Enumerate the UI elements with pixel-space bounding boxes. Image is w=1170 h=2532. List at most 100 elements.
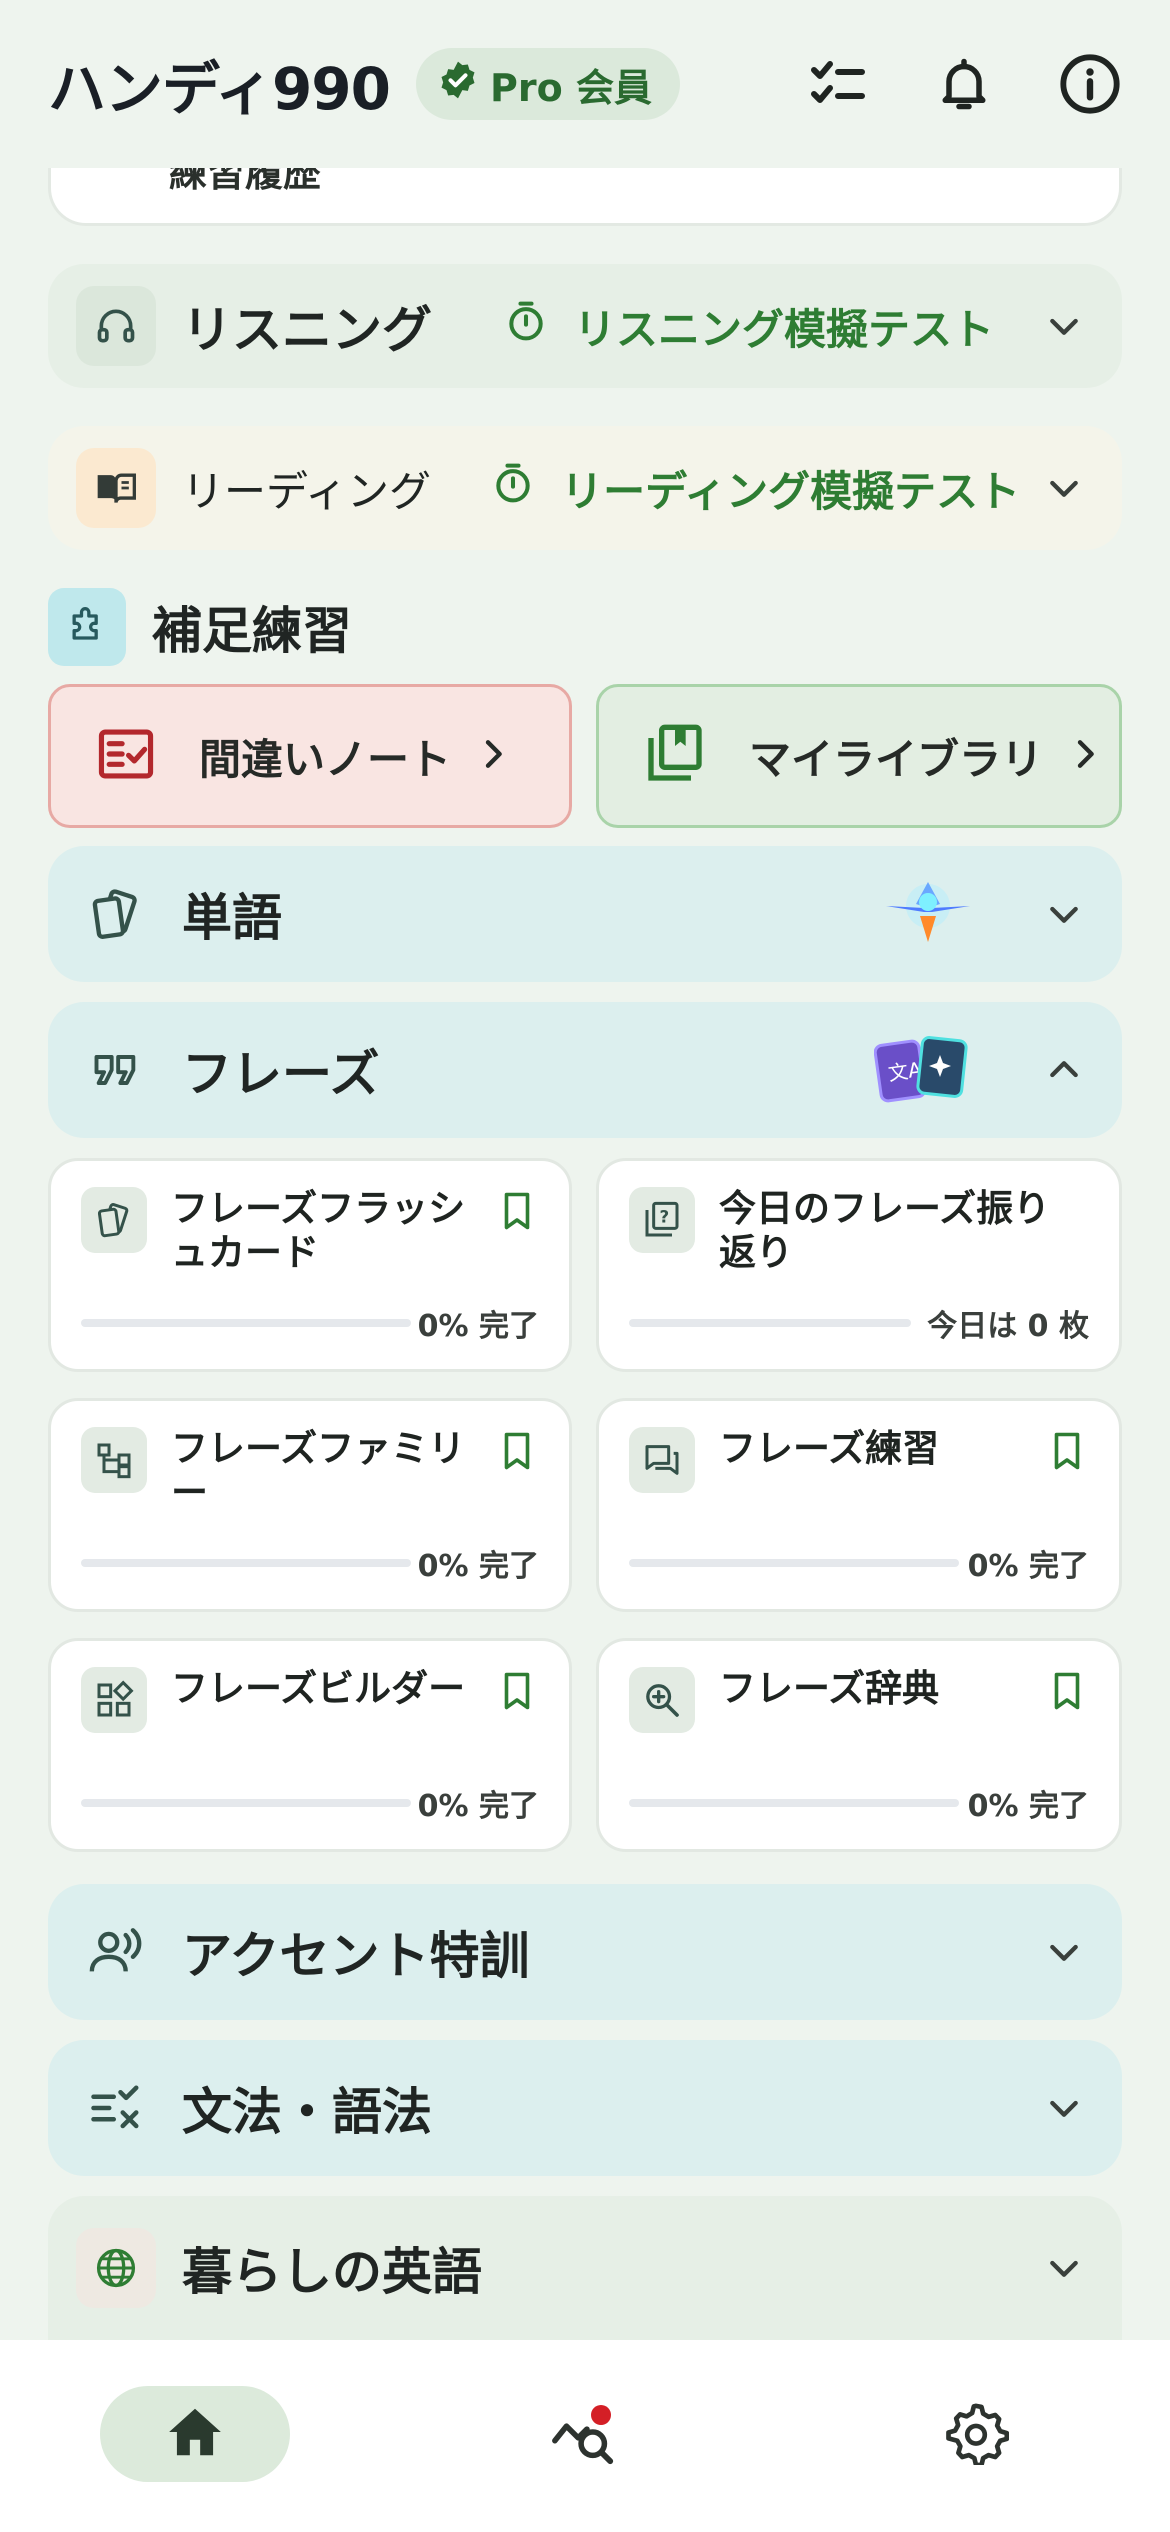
zoom-in-icon [629, 1667, 695, 1733]
card-title: フレーズ辞典 [719, 1667, 940, 1710]
app-screen: ハンディ990 Pro 会員 練習履歴 リスニング リスニング模擬テスト リーデ… [0, 0, 1170, 2532]
card-title: フレーズビルダー [171, 1667, 466, 1710]
phrase-card-family[interactable]: フレーズファミリー 0% 完了 [48, 1398, 572, 1612]
vocab-title: 単語 [182, 889, 282, 947]
rule-icon [76, 2068, 156, 2148]
headphones-icon [76, 286, 156, 366]
bookmark-icon[interactable] [499, 1671, 535, 1715]
pro-member-badge[interactable]: Pro 会員 [416, 48, 680, 120]
flashcards-icon [81, 1187, 147, 1253]
card-status: 0% 完了 [417, 1309, 539, 1344]
daily-english-section[interactable]: 暮らしの英語 [48, 2196, 1122, 2340]
listening-mock-test-label: リスニング模擬テスト [574, 304, 995, 354]
app-title: ハンディ990 [48, 55, 391, 123]
mistake-notes-label: 間違いノート [199, 734, 452, 784]
bookmark-icon[interactable] [1049, 1671, 1085, 1715]
bookmark-icon[interactable] [499, 1191, 535, 1235]
accent-section[interactable]: アクセント特訓 [48, 1884, 1122, 2020]
grammar-section[interactable]: 文法・語法 [48, 2040, 1122, 2176]
vocab-section[interactable]: 単語 [48, 846, 1122, 982]
card-status: 0% 完了 [967, 1789, 1089, 1824]
listening-title: リスニング [182, 301, 432, 359]
nav-settings[interactable] [928, 2386, 1024, 2482]
card-status: 0% 完了 [967, 1549, 1089, 1584]
phrases-section[interactable]: フレーズ 文A [48, 1002, 1122, 1138]
progress-bar [629, 1559, 959, 1567]
accent-title: アクセント特訓 [182, 1927, 530, 1985]
progress-bar [81, 1319, 411, 1327]
puzzle-icon [48, 588, 126, 666]
card-status: 0% 完了 [417, 1789, 539, 1824]
progress-bar [629, 1799, 959, 1807]
nav-stats[interactable] [536, 2386, 632, 2482]
card-status: 今日は 0 枚 [927, 1309, 1089, 1344]
book-icon [76, 448, 156, 528]
my-library-button[interactable]: マイライブラリ [596, 684, 1122, 828]
notification-dot [591, 2405, 611, 2425]
phrase-card-builder[interactable]: フレーズビルダー 0% 完了 [48, 1638, 572, 1852]
card-title: フレーズファミリー [171, 1427, 466, 1514]
chevron-down-icon[interactable] [1034, 458, 1094, 518]
progress-bar [629, 1319, 911, 1327]
card-title: フレーズ練習 [719, 1427, 940, 1470]
supplementary-title: 補足練習 [152, 602, 352, 660]
home-icon [164, 2401, 226, 2467]
listening-mock-test-link[interactable]: リスニング模擬テスト [504, 296, 994, 357]
chevron-up-icon[interactable] [1034, 1040, 1094, 1100]
phrase-card-practice[interactable]: フレーズ練習 0% 完了 [596, 1398, 1122, 1612]
chevron-right-icon [1065, 734, 1105, 778]
bookmark-icon[interactable] [499, 1431, 535, 1475]
reading-mock-test-label: リーディング模擬テスト [561, 466, 1021, 516]
bookmark-icon[interactable] [1049, 1431, 1085, 1475]
card-status: 0% 完了 [417, 1549, 539, 1584]
tree-icon [81, 1427, 147, 1493]
widgets-icon [81, 1667, 147, 1733]
settings-icon [943, 2399, 1010, 2469]
mistake-notes-button[interactable]: 間違いノート [48, 684, 572, 828]
chevron-down-icon[interactable] [1034, 2238, 1094, 2298]
verified-icon [438, 60, 478, 109]
daily-english-title: 暮らしの英語 [182, 2243, 482, 2301]
chat-icon [629, 1427, 695, 1493]
checklist-icon[interactable] [806, 52, 870, 116]
reading-section[interactable]: リーディング リーディング模擬テスト [48, 426, 1122, 550]
chevron-down-icon[interactable] [1034, 2078, 1094, 2138]
grammar-title: 文法・語法 [182, 2083, 432, 2141]
rocket-illustration-icon [882, 872, 974, 956]
chevron-right-icon [473, 734, 513, 778]
phrase-card-flashcards[interactable]: フレーズフラッシュカード 0% 完了 [48, 1158, 572, 1372]
timer-icon [491, 461, 535, 515]
reading-mock-test-link[interactable]: リーディング模擬テスト [491, 458, 1020, 519]
supplementary-heading: 補足練習 [48, 588, 352, 666]
checklist-card-icon [95, 723, 157, 789]
listening-section[interactable]: リスニング リスニング模擬テスト [48, 264, 1122, 388]
reading-title: リーディング [182, 466, 432, 516]
chevron-down-icon[interactable] [1034, 1922, 1094, 1982]
stats-search-icon [549, 2397, 619, 2471]
bell-icon[interactable] [932, 52, 996, 116]
phrase-card-dictionary[interactable]: フレーズ辞典 0% 完了 [596, 1638, 1122, 1852]
phrase-card-daily-review[interactable]: ? 今日のフレーズ振り返り 今日は 0 枚 [596, 1158, 1122, 1372]
translate-cards-illustration-icon: 文A [873, 1033, 974, 1107]
cards-icon [76, 874, 156, 954]
my-library-label: マイライブラリ [749, 734, 1044, 784]
chevron-down-icon[interactable] [1034, 296, 1094, 356]
card-title: 今日のフレーズ振り返り [719, 1187, 1051, 1274]
top-app-bar: ハンディ990 Pro 会員 [0, 0, 1170, 168]
quiz-icon: ? [629, 1187, 695, 1253]
quote-icon [76, 1030, 156, 1110]
timer-icon [504, 299, 548, 353]
pro-badge-label: Pro 会員 [490, 65, 652, 110]
globe-icon [76, 2228, 156, 2308]
info-icon[interactable] [1058, 52, 1122, 116]
progress-bar [81, 1799, 411, 1807]
bottom-navigation [0, 2340, 1170, 2532]
nav-home[interactable] [100, 2386, 290, 2482]
speaker-person-icon [76, 1912, 156, 1992]
svg-text:?: ? [660, 1208, 670, 1227]
chevron-down-icon[interactable] [1034, 884, 1094, 944]
library-icon [643, 722, 707, 790]
card-title: フレーズフラッシュカード [171, 1187, 466, 1274]
phrases-title: フレーズ [182, 1045, 380, 1103]
progress-bar [81, 1559, 411, 1567]
